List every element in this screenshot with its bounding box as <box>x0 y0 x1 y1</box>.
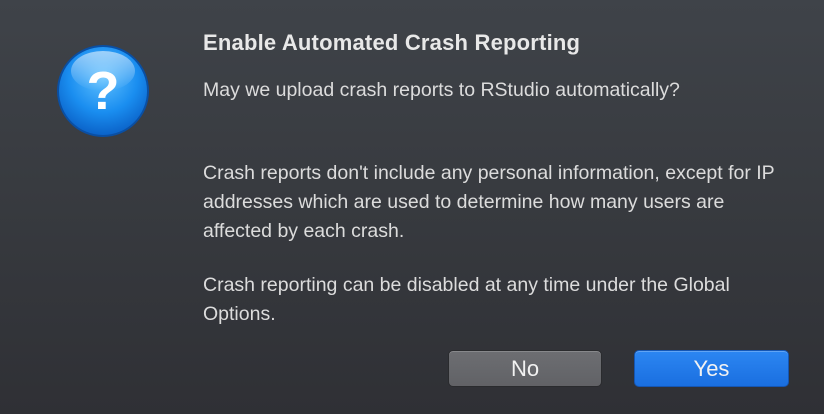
yes-button[interactable]: Yes <box>634 350 789 387</box>
dialog-message-privacy: Crash reports don't include any personal… <box>203 162 775 242</box>
question-mark-icon: ? <box>55 43 151 139</box>
no-button[interactable]: No <box>448 350 602 387</box>
svg-text:?: ? <box>87 61 120 121</box>
crash-reporting-dialog: ? Enable Automated Crash Reporting May w… <box>0 0 824 414</box>
dialog-title: Enable Automated Crash Reporting <box>203 30 581 55</box>
dialog-message-options: Crash reporting can be disabled at any t… <box>203 274 730 325</box>
dialog-message-question: May we upload crash reports to RStudio a… <box>203 79 680 101</box>
